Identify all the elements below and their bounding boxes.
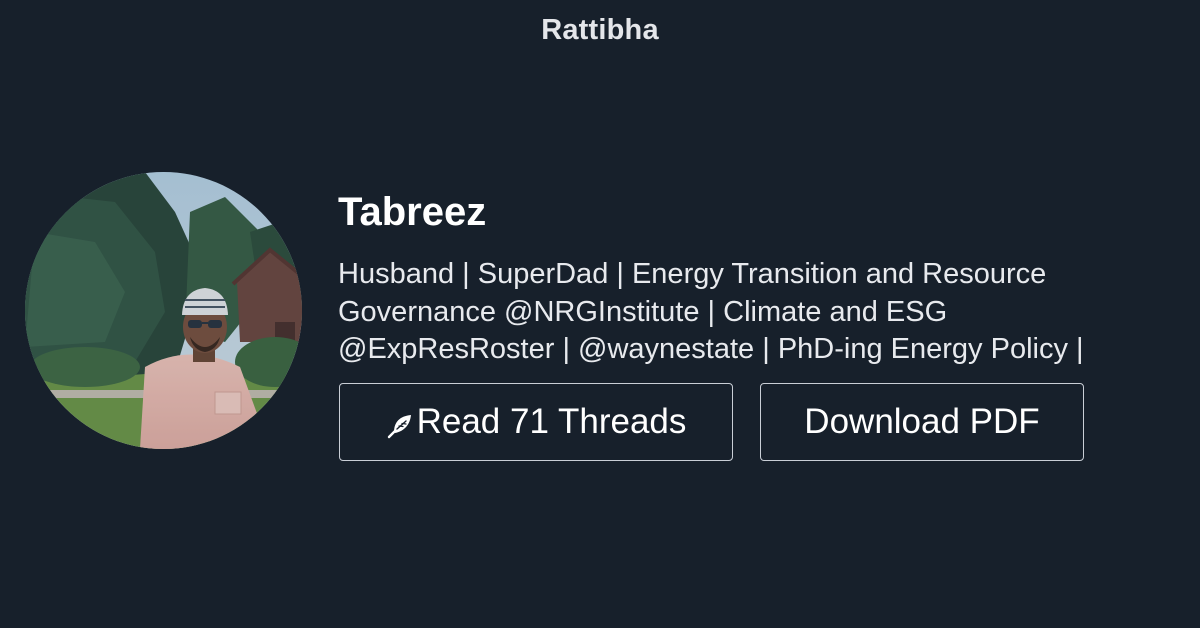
- read-threads-label: Read 71 Threads: [416, 402, 687, 441]
- download-pdf-label: Download PDF: [804, 402, 1040, 441]
- download-pdf-button[interactable]: Download PDF: [760, 383, 1084, 461]
- profile-name: Tabreez: [338, 190, 487, 234]
- avatar: [25, 172, 302, 449]
- profile-photo: [25, 172, 302, 449]
- read-threads-button[interactable]: Read 71 Threads: [339, 383, 733, 461]
- brand-title: Rattibha: [541, 14, 659, 46]
- feather-icon: [386, 412, 414, 440]
- profile-bio: Husband | SuperDad | Energy Transition a…: [338, 258, 1084, 365]
